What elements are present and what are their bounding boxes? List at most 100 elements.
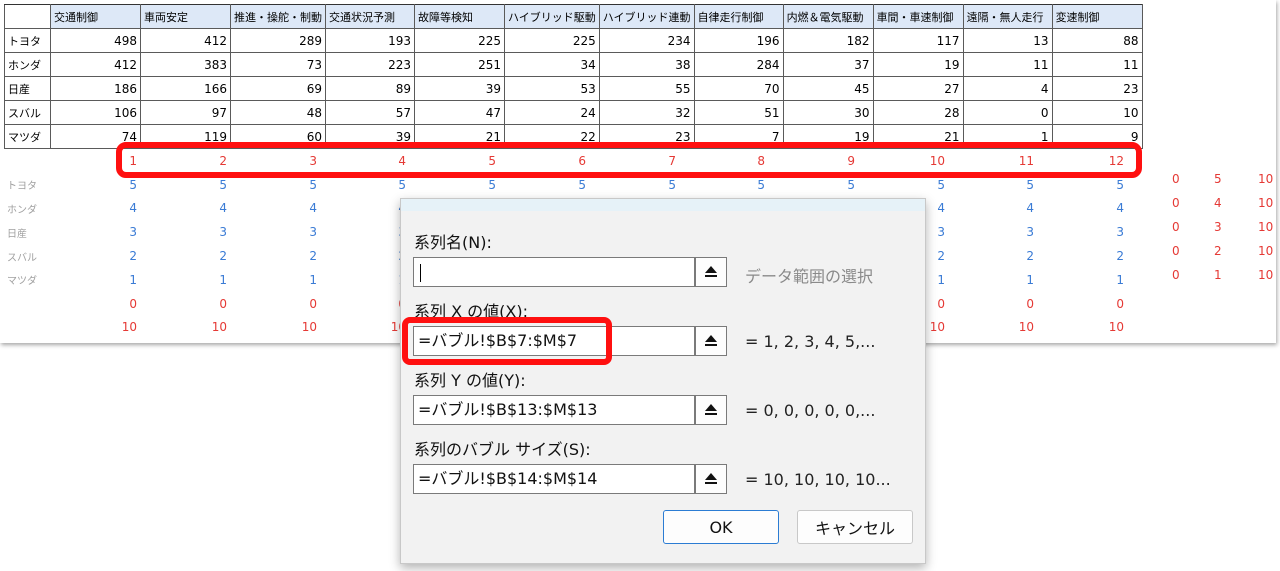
table-cell[interactable]: 5 <box>140 173 230 197</box>
row-label[interactable]: マツダ <box>4 268 50 292</box>
table-cell[interactable]: 10 <box>948 316 1037 340</box>
table-cell[interactable]: 3 <box>50 220 140 244</box>
table-cell[interactable]: 21 <box>414 124 505 149</box>
column-header[interactable]: 自律走行制御 <box>693 4 784 29</box>
bubble-size-range-button[interactable] <box>695 464 727 494</box>
table-cell[interactable]: 4 <box>1214 196 1222 210</box>
table-cell[interactable]: 5 <box>1037 173 1127 197</box>
table-cell[interactable]: 0 <box>1037 292 1127 316</box>
row-label[interactable]: スバル <box>4 244 50 268</box>
table-cell[interactable]: 3 <box>230 220 320 244</box>
table-cell[interactable]: 196 <box>693 28 784 53</box>
table-cell[interactable]: 4 <box>962 76 1053 101</box>
table-cell[interactable]: 10 <box>1258 196 1273 210</box>
table-cell[interactable]: 383 <box>140 52 231 77</box>
table-cell[interactable]: 223 <box>325 52 415 77</box>
table-cell[interactable]: 4 <box>948 197 1037 221</box>
table-cell[interactable]: 2 <box>230 244 320 268</box>
table-cell[interactable]: 4 <box>140 197 230 221</box>
table-cell[interactable]: 23 <box>598 124 695 149</box>
table-cell[interactable]: 1 <box>50 268 140 292</box>
row-label[interactable]: トヨタ <box>4 28 51 53</box>
table-cell[interactable]: 88 <box>1051 28 1143 53</box>
table-cell[interactable]: 284 <box>693 52 784 77</box>
table-cell[interactable]: 37 <box>782 52 874 77</box>
table-cell[interactable]: 3 <box>320 220 409 244</box>
table-cell[interactable]: 10 <box>50 316 140 340</box>
row-label[interactable] <box>4 149 50 173</box>
table-cell[interactable]: 251 <box>414 52 505 77</box>
table-cell[interactable]: 10 <box>1258 244 1273 258</box>
table-cell[interactable]: 5 <box>230 173 320 197</box>
table-cell[interactable]: 412 <box>50 52 141 77</box>
column-header[interactable]: 変速制御 <box>1051 4 1143 29</box>
column-header[interactable]: 内燃＆電気駆動 <box>782 4 874 29</box>
table-cell[interactable]: 70 <box>693 76 784 101</box>
table-cell[interactable]: 1 <box>948 268 1037 292</box>
table-cell[interactable]: 34 <box>504 52 600 77</box>
table-cell[interactable]: 9 <box>768 149 858 173</box>
table-cell[interactable]: 182 <box>782 28 874 53</box>
column-header[interactable]: ハイブリッド駆動 <box>504 4 600 29</box>
table-cell[interactable]: 53 <box>504 76 600 101</box>
table-cell[interactable]: 2 <box>1214 244 1222 258</box>
table-cell[interactable]: 10 <box>1037 316 1127 340</box>
table-cell[interactable]: 1 <box>140 268 230 292</box>
row-label[interactable]: 日産 <box>4 220 50 244</box>
table-cell[interactable]: 5 <box>589 173 679 197</box>
table-cell[interactable]: 10 <box>1258 172 1273 186</box>
table-cell[interactable]: 10 <box>140 316 230 340</box>
table-cell[interactable]: 5 <box>50 173 140 197</box>
table-cell[interactable]: 10 <box>320 316 409 340</box>
column-header[interactable]: 故障等検知 <box>414 4 505 29</box>
dialog-titlebar[interactable] <box>401 199 925 211</box>
y-values-range-button[interactable] <box>695 395 727 425</box>
row-label[interactable]: スバル <box>4 100 51 125</box>
column-header[interactable]: 推進・操舵・制動 <box>230 4 326 29</box>
table-cell[interactable]: 117 <box>872 28 964 53</box>
table-cell[interactable]: 5 <box>499 173 589 197</box>
row-label[interactable] <box>4 292 50 316</box>
table-cell[interactable]: 225 <box>414 28 505 53</box>
table-cell[interactable]: 5 <box>948 173 1037 197</box>
table-cell[interactable]: 10 <box>230 316 320 340</box>
table-cell[interactable]: 0 <box>230 292 320 316</box>
row-label[interactable]: ホンダ <box>4 52 51 77</box>
row-label[interactable]: 日産 <box>4 76 51 101</box>
table-cell[interactable]: 48 <box>230 100 326 125</box>
row-label[interactable] <box>4 316 50 340</box>
table-cell[interactable]: 2 <box>50 244 140 268</box>
table-cell[interactable]: 7 <box>589 149 679 173</box>
table-cell[interactable]: 234 <box>598 28 695 53</box>
column-header[interactable]: 車両安定 <box>140 4 231 29</box>
y-values-input[interactable]: =バブル!$B$13:$M$13 <box>413 395 695 425</box>
row-label[interactable]: マツダ <box>4 124 51 149</box>
table-cell[interactable]: 412 <box>140 28 231 53</box>
table-cell[interactable]: 5 <box>1214 172 1222 186</box>
table-cell[interactable]: 1 <box>1037 268 1127 292</box>
table-cell[interactable]: 5 <box>320 173 409 197</box>
table-cell[interactable]: 0 <box>1172 172 1180 186</box>
table-cell[interactable]: 11 <box>948 149 1037 173</box>
table-cell[interactable]: 2 <box>140 149 230 173</box>
table-cell[interactable]: 32 <box>598 100 695 125</box>
table-cell[interactable]: 57 <box>325 100 415 125</box>
column-header[interactable]: 車間・車速制御 <box>872 4 964 29</box>
table-cell[interactable]: 51 <box>693 100 784 125</box>
table-cell[interactable]: 1 <box>1214 268 1222 282</box>
table-cell[interactable]: 8 <box>679 149 768 173</box>
table-cell[interactable]: 1 <box>320 268 409 292</box>
table-cell[interactable]: 27 <box>872 76 964 101</box>
table-cell[interactable]: 97 <box>140 100 231 125</box>
table-cell[interactable]: 3 <box>1037 220 1127 244</box>
table-cell[interactable]: 23 <box>1051 76 1143 101</box>
table-cell[interactable]: 5 <box>768 173 858 197</box>
table-cell[interactable]: 11 <box>1051 52 1143 77</box>
table-cell[interactable]: 0 <box>1172 244 1180 258</box>
table-cell[interactable]: 12 <box>1037 149 1127 173</box>
table-cell[interactable]: 4 <box>320 197 409 221</box>
row-label[interactable]: ホンダ <box>4 197 50 221</box>
table-cell[interactable]: 28 <box>872 100 964 125</box>
table-cell[interactable]: 45 <box>782 76 874 101</box>
table-cell[interactable]: 39 <box>325 124 415 149</box>
